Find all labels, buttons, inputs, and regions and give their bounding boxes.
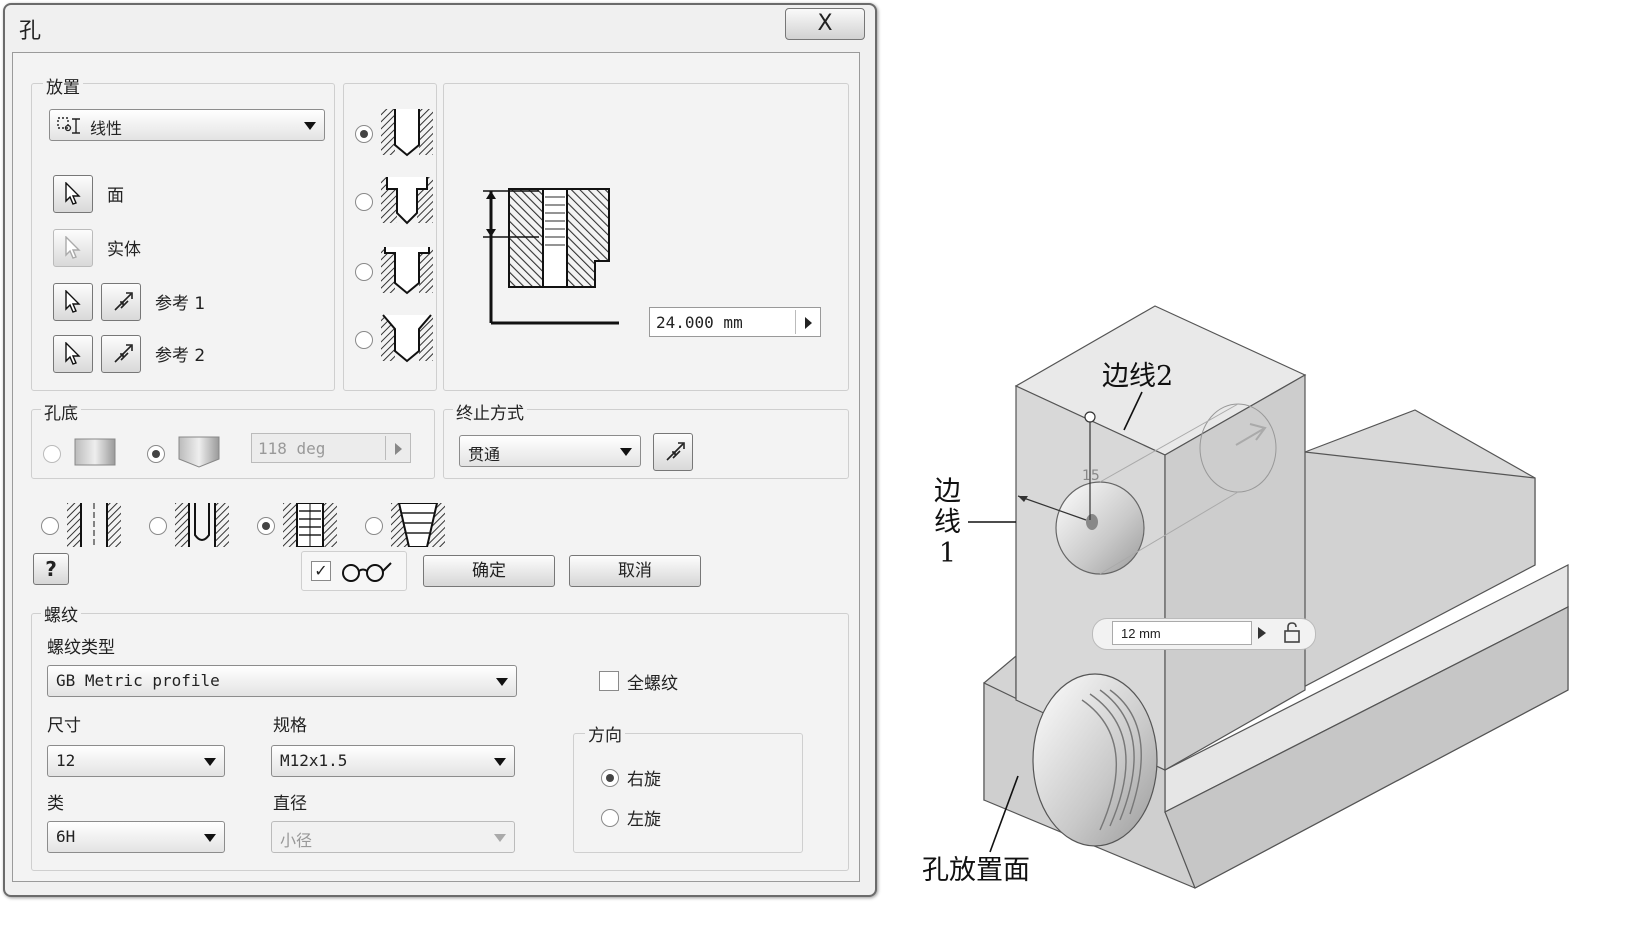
edge1-annotation-line: 线 bbox=[934, 507, 961, 538]
edge1-annotation: 边 线 1 bbox=[934, 476, 961, 569]
hole-center-point bbox=[1086, 514, 1098, 530]
play-arrow-icon[interactable] bbox=[1258, 627, 1266, 639]
edge2-annotation: 边线2 bbox=[1102, 361, 1174, 392]
placement-face-annotation: 孔放置面 bbox=[922, 855, 1030, 886]
edge1-annotation-line: 边 bbox=[934, 476, 961, 507]
dimension-grip[interactable] bbox=[1084, 411, 1096, 423]
unlock-icon[interactable] bbox=[1282, 622, 1302, 644]
threaded-hole bbox=[1032, 673, 1158, 847]
heads-up-value-input[interactable]: 12 mm bbox=[1112, 621, 1252, 645]
model-view: 15 bbox=[968, 305, 1569, 889]
edge1-annotation-line: 1 bbox=[938, 538, 957, 569]
hole-entry bbox=[1055, 481, 1145, 575]
dimension-value: 15 bbox=[1082, 468, 1100, 484]
